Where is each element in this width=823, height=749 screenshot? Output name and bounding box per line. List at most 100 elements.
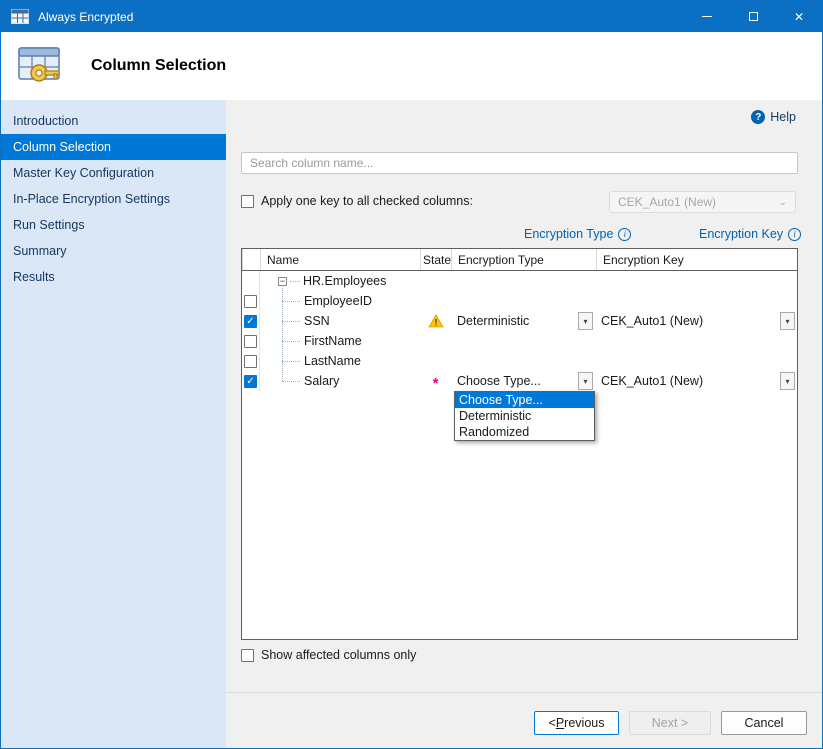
help-link[interactable]: ? Help — [751, 110, 796, 124]
table-key-icon — [15, 43, 65, 89]
columns-table-header: Name State Encryption Type Encryption Ke… — [242, 249, 797, 271]
dropdown-option-randomized[interactable]: Randomized — [455, 424, 594, 440]
next-button[interactable]: Next > — [629, 711, 711, 735]
sidebar-item-run-settings[interactable]: Run Settings — [1, 212, 226, 238]
dropdown-option-deterministic[interactable]: Deterministic — [455, 408, 594, 424]
tree-connector — [282, 381, 300, 382]
encryption-type-dropdown-button[interactable]: ▾ — [578, 372, 593, 390]
tree-connector — [282, 361, 300, 362]
apply-key-label: Apply one key to all checked columns: — [261, 194, 473, 208]
group-name-cell: − HR.Employees — [260, 271, 420, 291]
apply-key-row: Apply one key to all checked columns: — [241, 194, 473, 208]
wizard-body: Introduction Column Selection Master Key… — [1, 100, 822, 748]
minimize-button[interactable] — [684, 1, 730, 32]
sidebar-item-introduction[interactable]: Introduction — [1, 108, 226, 134]
column-name: FirstName — [304, 334, 362, 348]
cancel-button[interactable]: Cancel — [721, 711, 807, 735]
encryption-type-value: Deterministic — [457, 314, 529, 328]
window-title: Always Encrypted — [38, 10, 133, 24]
encryption-key-link[interactable]: Encryption Key i — [699, 227, 801, 241]
apply-key-checkbox[interactable] — [241, 195, 254, 208]
main-content: ? Help Apply one key to all checked colu… — [226, 100, 822, 748]
previous-button-rest: revious — [564, 716, 604, 730]
footer-bar: < Previous Next > Cancel — [226, 692, 822, 748]
encryption-key-dropdown-button[interactable]: ▾ — [780, 312, 795, 330]
header-checkbox-column — [242, 249, 260, 270]
header-state: State — [420, 249, 451, 270]
encryption-key-dropdown-button[interactable]: ▾ — [780, 372, 795, 390]
tree-connector — [282, 321, 300, 322]
maximize-icon — [749, 12, 758, 21]
encryption-key-value: CEK_Auto1 (New) — [601, 314, 703, 328]
svg-text:!: ! — [434, 318, 437, 328]
apply-key-combobox[interactable]: CEK_Auto1 (New) ⌄ — [609, 191, 796, 213]
column-checkbox-employeeid[interactable] — [244, 295, 257, 308]
tree-connector — [282, 341, 300, 342]
always-encrypted-wizard-window: Always Encrypted ✕ Column Selection Intr… — [0, 0, 823, 749]
column-checkbox-firstname[interactable] — [244, 335, 257, 348]
chevron-down-icon: ⌄ — [779, 197, 787, 208]
dropdown-option-choose-type[interactable]: Choose Type... — [455, 392, 594, 408]
columns-table: Name State Encryption Type Encryption Ke… — [241, 248, 798, 640]
column-name: LastName — [304, 354, 361, 368]
table-row: EmployeeID — [242, 291, 797, 311]
maximize-button[interactable] — [730, 1, 776, 32]
header-encryption-type: Encryption Type — [451, 249, 596, 270]
encryption-type-link-label: Encryption Type — [524, 227, 613, 241]
warning-icon: ! — [428, 314, 444, 328]
help-label: Help — [770, 110, 796, 124]
encryption-key-value: CEK_Auto1 (New) — [601, 374, 703, 388]
column-checkbox-salary[interactable]: ✓ — [244, 375, 257, 388]
tree-connector — [282, 301, 300, 302]
sidebar-item-in-place-encryption-settings[interactable]: In-Place Encryption Settings — [1, 186, 226, 212]
sidebar-item-summary[interactable]: Summary — [1, 238, 226, 264]
previous-button[interactable]: < Previous — [534, 711, 619, 735]
encryption-type-dropdown-list: Choose Type... Deterministic Randomized — [454, 391, 595, 441]
dropdown-arrow-icon: ▾ — [583, 377, 587, 386]
group-checkbox-cell — [242, 271, 260, 291]
table-row: ✓ Salary * Choose Type... ▾ CEK_Auto1 (N… — [242, 371, 797, 391]
close-button[interactable]: ✕ — [776, 1, 822, 32]
help-icon: ? — [751, 110, 765, 124]
minimize-icon — [702, 16, 712, 17]
tree-guide-line — [282, 285, 283, 381]
dropdown-arrow-icon: ▾ — [583, 317, 587, 326]
table-row-group: − HR.Employees — [242, 271, 797, 291]
encryption-type-link[interactable]: Encryption Type i — [524, 227, 631, 241]
encryption-key-link-label: Encryption Key — [699, 227, 783, 241]
encryption-type-dropdown-button[interactable]: ▾ — [578, 312, 593, 330]
wizard-steps-sidebar: Introduction Column Selection Master Key… — [1, 100, 226, 748]
sidebar-item-results[interactable]: Results — [1, 264, 226, 290]
search-input[interactable] — [241, 152, 798, 174]
sidebar-item-column-selection[interactable]: Column Selection — [1, 134, 226, 160]
column-name: Salary — [304, 374, 339, 388]
window-controls: ✕ — [684, 1, 822, 32]
header-encryption-key: Encryption Key — [596, 249, 797, 270]
close-icon: ✕ — [794, 11, 804, 23]
show-affected-checkbox[interactable] — [241, 649, 254, 662]
apply-key-value: CEK_Auto1 (New) — [618, 195, 716, 209]
wizard-header: Column Selection — [1, 32, 822, 100]
header-name: Name — [260, 249, 420, 270]
info-icon[interactable]: i — [788, 228, 801, 241]
info-icon[interactable]: i — [618, 228, 631, 241]
dropdown-arrow-icon: ▾ — [785, 317, 789, 326]
tree-connector — [290, 281, 300, 282]
show-affected-row: Show affected columns only — [241, 648, 416, 662]
page-title: Column Selection — [91, 57, 226, 75]
previous-button-accesskey: P — [556, 716, 564, 730]
check-icon: ✓ — [246, 376, 254, 387]
table-row: FirstName — [242, 331, 797, 351]
column-name: EmployeeID — [304, 294, 372, 308]
column-name: SSN — [304, 314, 330, 328]
column-checkbox-ssn[interactable]: ✓ — [244, 315, 257, 328]
column-checkbox-lastname[interactable] — [244, 355, 257, 368]
footer-buttons: < Previous Next > Cancel — [534, 711, 807, 735]
app-icon — [11, 9, 29, 24]
sidebar-item-master-key-configuration[interactable]: Master Key Configuration — [1, 160, 226, 186]
required-asterisk-icon: * — [433, 379, 439, 389]
table-row: LastName — [242, 351, 797, 371]
previous-button-prefix: < — [549, 716, 556, 730]
dropdown-arrow-icon: ▾ — [785, 377, 789, 386]
title-bar: Always Encrypted ✕ — [1, 1, 822, 32]
